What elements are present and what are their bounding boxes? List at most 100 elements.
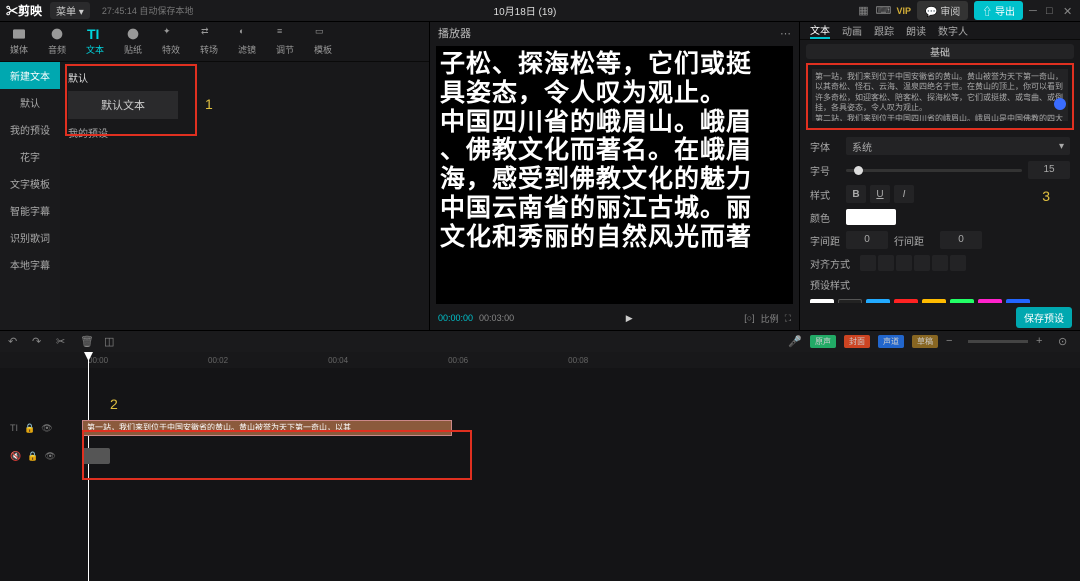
tab-transition[interactable]: ⇄转场 — [190, 26, 228, 57]
sidebar-item-default[interactable]: 默认 — [0, 89, 60, 116]
scale-icon[interactable]: [○] — [744, 313, 754, 323]
annotation-label-3: 3 — [1042, 188, 1050, 204]
line-input[interactable]: 0 — [940, 231, 982, 249]
play-button[interactable]: ▶ — [520, 313, 738, 324]
annotation-box-1 — [65, 64, 197, 136]
size-label: 字号 — [810, 163, 840, 178]
align-right[interactable] — [896, 255, 912, 271]
color-swatch[interactable] — [846, 209, 896, 225]
text-content-input[interactable] — [812, 69, 1068, 121]
insp-tab-anim[interactable]: 动画 — [842, 23, 862, 38]
font-select[interactable]: 系统▾ — [846, 137, 1070, 155]
shortcut-icon[interactable]: ⌨ — [876, 4, 890, 18]
maximize-icon[interactable]: □ — [1046, 5, 1057, 16]
zoom-in-icon[interactable]: + — [1036, 335, 1050, 349]
time-current: 00:00:00 — [438, 313, 473, 323]
size-slider[interactable] — [846, 169, 1022, 172]
app-logo: ✂剪映 — [6, 2, 42, 19]
delete-icon[interactable]: 🗑 — [80, 335, 94, 349]
track-eye-icon[interactable]: 👁 — [44, 451, 55, 462]
track-label-text: TI — [10, 423, 18, 433]
italic-button[interactable]: I — [894, 185, 914, 203]
sidebar-item-text-template[interactable]: 文字模板 — [0, 170, 60, 197]
sidebar-item-fancy[interactable]: 花字 — [0, 143, 60, 170]
insp-tab-read[interactable]: 朗读 — [906, 23, 926, 38]
chip-draft[interactable]: 草稿 — [912, 335, 938, 348]
preset-swatch[interactable] — [950, 299, 974, 303]
undo-icon[interactable]: ↶ — [8, 335, 22, 349]
annotation-box-3 — [806, 63, 1074, 130]
minimize-icon[interactable]: ─ — [1029, 5, 1040, 16]
preset-style-label: 预设样式 — [810, 277, 860, 292]
annotation-label-2: 2 — [110, 396, 118, 412]
mic-icon[interactable]: 🎤 — [788, 335, 802, 349]
tab-effect[interactable]: ✦特效 — [152, 26, 190, 57]
zoom-slider[interactable] — [968, 340, 1028, 343]
sidebar-item-lyrics[interactable]: 识别歌词 — [0, 224, 60, 251]
tab-text[interactable]: TI文本 — [76, 26, 114, 57]
player-more-icon[interactable]: ⋯ — [780, 27, 791, 40]
time-duration: 00:03:00 — [479, 313, 514, 323]
track-lock-icon[interactable]: 🔒 — [27, 451, 38, 462]
chip-audio[interactable]: 原声 — [810, 335, 836, 348]
align-center[interactable] — [878, 255, 894, 271]
ratio-button[interactable]: 比例 — [761, 312, 779, 325]
player-stage[interactable]: 子松、探海松等，它们或挺 具姿态，令人叹为观止。 中国四川省的峨眉山。峨眉 、佛… — [436, 46, 793, 304]
insp-tab-track[interactable]: 跟踪 — [874, 23, 894, 38]
fullscreen-icon[interactable]: ⛶ — [785, 313, 791, 324]
preset-swatch[interactable] — [810, 299, 834, 303]
close-icon[interactable]: ✕ — [1063, 5, 1074, 16]
chip-cover[interactable]: 封面 — [844, 335, 870, 348]
insp-tab-avatar[interactable]: 数字人 — [938, 23, 968, 38]
underline-button[interactable]: U — [870, 185, 890, 203]
align-bottom[interactable] — [950, 255, 966, 271]
sidebar-item-new-text[interactable]: 新建文本 — [0, 62, 60, 89]
track-mute-icon[interactable]: 🔇 — [10, 451, 21, 462]
review-button[interactable]: 💬 审阅 — [917, 1, 968, 20]
timeline-ruler[interactable]: 00:0000:0200:0400:0600:08 — [0, 352, 1080, 368]
annotation-label-1: 1 — [205, 96, 213, 112]
preset-swatch[interactable] — [838, 299, 862, 303]
track-lock-icon[interactable]: 🔒 — [24, 423, 35, 434]
preset-swatch[interactable] — [978, 299, 1002, 303]
save-preset-button[interactable]: 保存预设 — [1016, 307, 1072, 328]
preset-swatch[interactable] — [866, 299, 890, 303]
tab-filter[interactable]: ◐滤镜 — [228, 26, 266, 57]
bold-button[interactable]: B — [846, 185, 866, 203]
preset-strip — [800, 295, 1080, 303]
vip-badge[interactable]: VIP — [896, 6, 911, 16]
align-top[interactable] — [914, 255, 930, 271]
preset-swatch[interactable] — [894, 299, 918, 303]
player-title: 播放器 — [438, 25, 471, 41]
crop-icon[interactable]: ◫ — [104, 335, 118, 349]
font-label: 字体 — [810, 139, 840, 154]
tab-audio[interactable]: 音频 — [38, 26, 76, 57]
sidebar-item-my-preset[interactable]: 我的预设 — [0, 116, 60, 143]
annotation-box-2 — [82, 430, 472, 480]
menu-button[interactable]: 菜单 ▾ — [50, 2, 90, 19]
redo-icon[interactable]: ↷ — [32, 335, 46, 349]
line-label: 行间距 — [894, 233, 934, 248]
track-eye-icon[interactable]: 👁 — [41, 423, 52, 434]
preset-swatch[interactable] — [1006, 299, 1030, 303]
tab-media[interactable]: 媒体 — [0, 26, 38, 57]
insp-subtab-basic[interactable]: 基础 — [806, 44, 1074, 59]
tab-sticker[interactable]: 贴纸 — [114, 26, 152, 57]
tab-template[interactable]: ▭模板 — [304, 26, 342, 57]
zoom-fit-icon[interactable]: ⊙ — [1058, 335, 1072, 349]
size-input[interactable]: 15 — [1028, 161, 1070, 179]
chip-channel[interactable]: 声道 — [878, 335, 904, 348]
ai-assist-icon[interactable] — [1054, 98, 1066, 110]
layout-icon[interactable]: ▦ — [856, 4, 870, 18]
align-left[interactable] — [860, 255, 876, 271]
preset-swatch[interactable] — [922, 299, 946, 303]
insp-tab-text[interactable]: 文本 — [810, 22, 830, 39]
export-button[interactable]: ⇧ 导出 — [974, 1, 1023, 20]
split-icon[interactable]: ✂ — [56, 335, 70, 349]
tab-adjust[interactable]: ≡调节 — [266, 26, 304, 57]
spacing-input[interactable]: 0 — [846, 231, 888, 249]
align-middle[interactable] — [932, 255, 948, 271]
sidebar-item-auto-caption[interactable]: 智能字幕 — [0, 197, 60, 224]
zoom-out-icon[interactable]: − — [946, 335, 960, 349]
sidebar-item-local-caption[interactable]: 本地字幕 — [0, 251, 60, 278]
